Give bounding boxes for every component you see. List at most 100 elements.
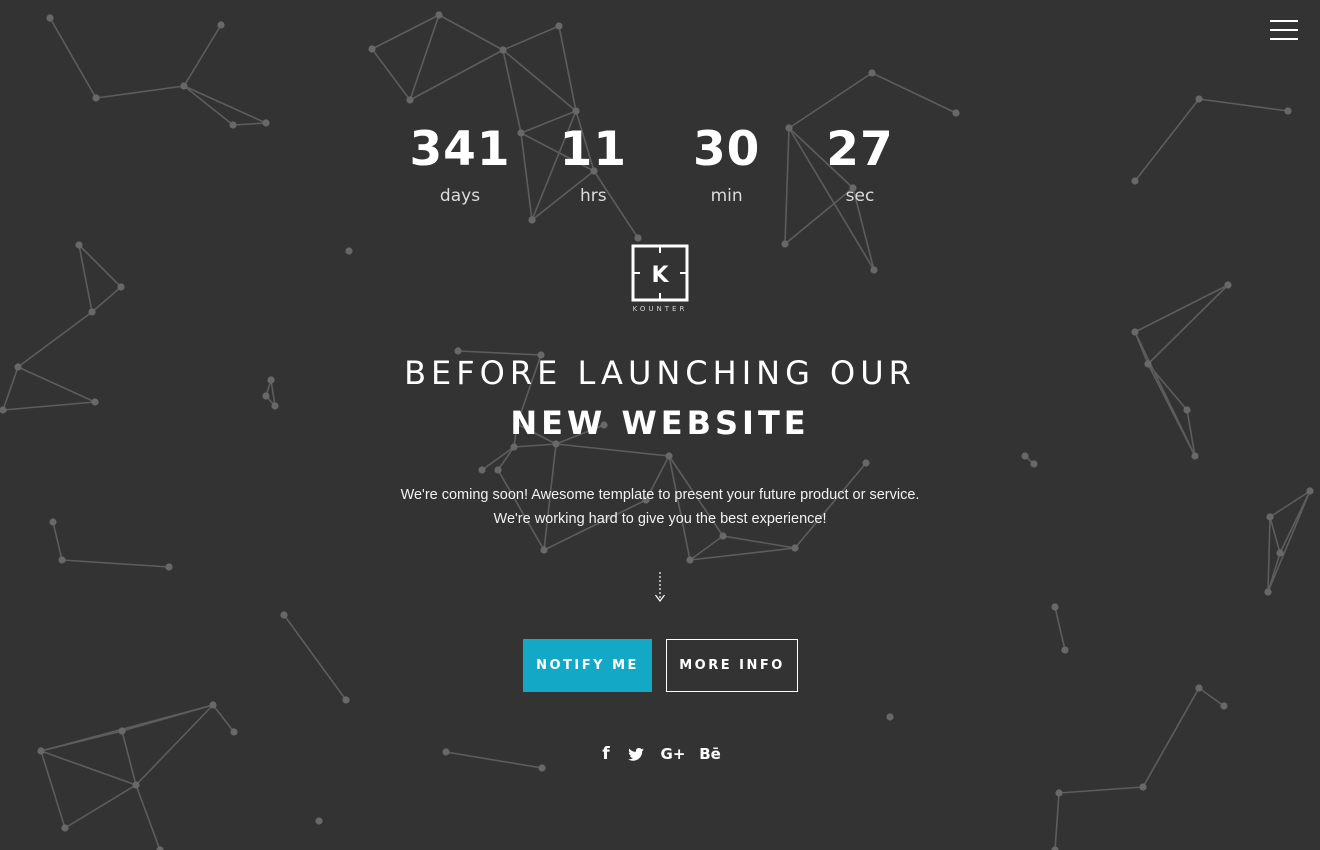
network-node xyxy=(75,241,83,249)
seconds-value: 27 xyxy=(826,122,894,177)
network-node xyxy=(1030,460,1038,468)
network-node xyxy=(538,764,546,772)
network-node xyxy=(37,747,45,755)
network-link xyxy=(52,521,63,561)
network-node xyxy=(665,452,673,460)
twitter-bird-glyph xyxy=(628,747,644,761)
more-info-button[interactable]: MORE INFO xyxy=(666,639,798,692)
countdown-minutes: 30 min xyxy=(662,120,792,220)
network-link xyxy=(232,122,267,126)
network-link xyxy=(17,366,96,403)
network-link xyxy=(95,85,185,99)
kounter-logo[interactable]: K KOUNTER xyxy=(610,244,710,320)
network-link xyxy=(1058,786,1144,794)
network-node xyxy=(0,406,7,414)
network-link xyxy=(121,730,137,786)
network-node xyxy=(165,563,173,571)
countdown-timer: 341 days 11 hrs 30 min 27 sec xyxy=(395,120,925,220)
network-node xyxy=(262,119,270,127)
network-node xyxy=(1131,177,1139,185)
network-link xyxy=(135,784,161,850)
network-node xyxy=(345,247,353,255)
network-node xyxy=(1144,360,1152,368)
network-link xyxy=(497,446,515,471)
network-link xyxy=(40,704,214,752)
network-link xyxy=(689,547,796,561)
network-link xyxy=(1269,516,1281,554)
network-node xyxy=(1276,549,1284,557)
logo-mark: K xyxy=(631,244,689,302)
minutes-value: 30 xyxy=(692,122,761,177)
network-node xyxy=(510,443,518,451)
tagline-line-1: We're coming soon! Awesome template to p… xyxy=(400,487,920,503)
network-node xyxy=(14,363,22,371)
network-link xyxy=(1267,516,1271,593)
network-node xyxy=(868,69,876,77)
network-node xyxy=(368,45,376,53)
network-link xyxy=(1142,687,1200,788)
network-node xyxy=(435,11,443,19)
network-node xyxy=(1055,789,1063,797)
network-link xyxy=(2,401,96,411)
network-node xyxy=(46,14,54,22)
behance-icon[interactable]: Bē xyxy=(697,742,723,766)
network-link xyxy=(722,535,796,549)
network-node xyxy=(91,398,99,406)
logo-name: KOUNTER xyxy=(632,305,688,313)
hamburger-menu-icon xyxy=(1270,20,1298,22)
network-node xyxy=(862,459,870,467)
network-node xyxy=(886,713,894,721)
network-node xyxy=(1051,603,1059,611)
network-link xyxy=(17,311,93,368)
network-link xyxy=(135,704,214,786)
facebook-icon[interactable]: f xyxy=(598,742,614,766)
network-link xyxy=(183,24,222,87)
network-node xyxy=(280,611,288,619)
hours-label: hrs xyxy=(580,186,607,206)
scroll-down-button[interactable] xyxy=(652,570,668,604)
network-node xyxy=(230,728,238,736)
social-links: f G+ Bē xyxy=(590,742,730,766)
network-link xyxy=(1267,490,1311,593)
network-node xyxy=(88,308,96,316)
network-link xyxy=(49,17,97,99)
network-node xyxy=(180,82,188,90)
network-node xyxy=(1195,95,1203,103)
network-link xyxy=(183,85,267,124)
network-node xyxy=(1220,702,1228,710)
google-plus-icon[interactable]: G+ xyxy=(660,742,686,766)
menu-button[interactable] xyxy=(1270,20,1298,40)
network-node xyxy=(1264,588,1272,596)
network-link xyxy=(212,704,235,733)
network-node xyxy=(555,22,563,30)
network-link xyxy=(40,750,137,786)
network-link xyxy=(1198,98,1289,112)
network-node xyxy=(1139,783,1147,791)
network-link xyxy=(555,443,670,457)
network-link xyxy=(871,72,957,114)
network-node xyxy=(61,824,69,832)
twitter-icon[interactable] xyxy=(627,742,645,766)
network-node xyxy=(634,234,642,242)
network-node xyxy=(1191,452,1199,460)
network-node xyxy=(117,283,125,291)
countdown-seconds: 27 sec xyxy=(795,120,925,220)
days-value: 341 xyxy=(409,122,511,177)
network-link xyxy=(283,614,347,701)
network-node xyxy=(686,556,694,564)
network-node xyxy=(58,556,66,564)
tagline: We're coming soon! Awesome template to p… xyxy=(290,483,1030,531)
network-node xyxy=(1021,452,1029,460)
network-node xyxy=(478,466,486,474)
network-node xyxy=(1183,406,1191,414)
network-node xyxy=(1306,487,1314,495)
network-node xyxy=(781,240,789,248)
network-node xyxy=(1061,646,1069,654)
notify-me-button[interactable]: NOTIFY ME xyxy=(523,639,652,692)
countdown-hours: 11 hrs xyxy=(528,120,658,220)
network-node xyxy=(209,701,217,709)
network-node xyxy=(494,466,502,474)
network-node xyxy=(229,121,237,129)
network-node xyxy=(791,544,799,552)
network-link xyxy=(91,286,122,313)
